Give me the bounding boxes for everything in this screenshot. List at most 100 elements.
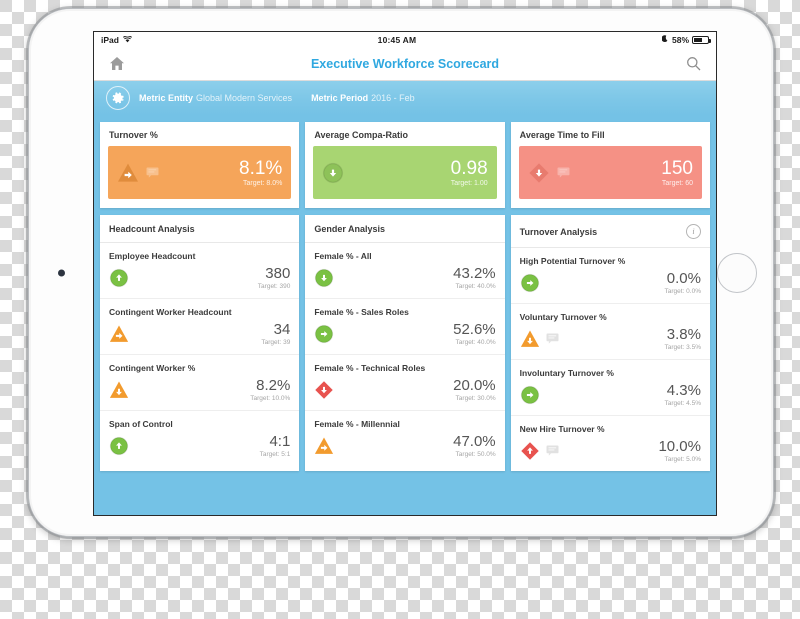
analysis-card-header: Turnover Analysis i <box>510 215 710 248</box>
kpi-icon-group <box>117 162 159 184</box>
metric-row[interactable]: Span of Control 4:1 Target: 5:1 <box>100 411 299 466</box>
analysis-card: Headcount Analysis Employee Headcount 380 T… <box>100 215 300 471</box>
kpi-icon-group <box>322 162 344 184</box>
metric-value-group: 47.0% Target: 50.0% <box>453 434 496 458</box>
kpi-target: Target: 60 <box>661 179 693 187</box>
kpi-card[interactable]: Average Compa-Ratio 0.98 Target: 1.00 <box>305 122 505 208</box>
comment-icon[interactable] <box>557 167 570 178</box>
battery-percent-label: 58% <box>671 34 689 45</box>
filter-metric-entity[interactable]: Metric Entity Global Modern Services <box>139 93 292 103</box>
kpi-value-group: 8.1% Target: 8.0% <box>239 159 282 187</box>
metric-value: 3.8% <box>666 326 701 343</box>
kpi-card-band: 8.1% Target: 8.0% <box>108 146 292 199</box>
kpi-value: 150 <box>661 157 693 179</box>
metric-target: Target: 40.0% <box>455 283 496 290</box>
metric-row[interactable]: New Hire Turnover % 10.0% Target: 5.0% <box>511 416 710 471</box>
comment-icon[interactable] <box>146 167 159 178</box>
metric-target: Target: 390 <box>257 283 291 290</box>
metric-icon-group <box>314 268 334 288</box>
kpi-card[interactable]: Average Time to Fill 150 Target: 60 <box>510 122 710 208</box>
metric-target: Target: 50.0% <box>455 451 496 458</box>
metric-row[interactable]: Contingent Worker % 8.2% Target: 10.0% <box>100 355 300 411</box>
analysis-card-header: Headcount Analysis <box>100 215 300 243</box>
metric-label: High Potential Turnover % <box>519 256 626 266</box>
gear-icon[interactable] <box>106 86 130 110</box>
metric-row[interactable]: High Potential Turnover % 0.0% Target: 0.0… <box>510 248 710 304</box>
metric-icon-group <box>520 329 559 349</box>
metric-content: 380 Target: 390 <box>109 265 290 291</box>
analysis-card-title: Gender Analysis <box>314 224 386 234</box>
metric-target: Target: 0.0% <box>664 288 701 295</box>
comment-icon[interactable] <box>546 445 559 457</box>
metric-row[interactable]: Female % - Sales Roles 52.6% Target: 40.0% <box>305 299 505 355</box>
kpi-card-title: Average Compa-Ratio <box>314 130 409 140</box>
metric-label: Female % - Millennial <box>314 419 400 429</box>
metric-value: 10.0% <box>658 438 701 455</box>
kpi-value-group: 0.98 Target: 1.00 <box>451 159 488 187</box>
metric-label: Span of Control <box>109 419 173 429</box>
kpi-value: 8.1% <box>239 157 283 179</box>
metric-row[interactable]: Female % - Millennial 47.0% Target: 50.0% <box>305 411 504 466</box>
metric-value-group: 34 Target: 39 <box>261 322 290 346</box>
info-icon[interactable]: i <box>685 224 701 239</box>
metric-value-group: 380 Target: 390 <box>258 266 291 290</box>
moon-icon <box>661 34 669 45</box>
carrier-label: iPad <box>101 34 119 45</box>
metric-label: New Hire Turnover % <box>519 424 605 434</box>
metric-content: 3.8% Target: 3.5% <box>520 326 701 352</box>
metric-content: 47.0% Target: 50.0% <box>314 433 496 459</box>
metric-target: Target: 5.0% <box>664 456 701 463</box>
metric-icon-group <box>520 273 540 293</box>
wifi-icon <box>122 35 132 45</box>
status-indicator-circle-right-icon <box>520 273 540 293</box>
battery-icon <box>692 35 711 44</box>
metric-row[interactable]: Contingent Worker Headcount 34 Target: 39 <box>100 299 300 355</box>
metric-row[interactable]: Employee Headcount 380 Target: 390 <box>100 243 300 299</box>
kpi-target: Target: 8.0% <box>243 179 283 187</box>
metric-row[interactable]: Involuntary Turnover % 4.3% Target: 4.5% <box>510 360 710 416</box>
status-bar-right: 58% <box>661 34 711 45</box>
status-indicator-circle-down-icon <box>322 162 344 184</box>
metric-icon-group <box>314 380 334 400</box>
metric-label: Contingent Worker Headcount <box>109 307 232 317</box>
comment-icon[interactable] <box>546 333 559 345</box>
metric-icon-group <box>109 324 129 344</box>
analysis-row: Headcount Analysis Employee Headcount 380 T… <box>100 215 710 471</box>
filter-metric-period-value: 2016 - Feb <box>371 93 415 103</box>
metric-content: 4:1 Target: 5:1 <box>109 433 290 459</box>
metric-target: Target: 40.0% <box>455 339 496 346</box>
metric-icon-group <box>314 436 334 456</box>
metric-row[interactable]: Female % - All 43.2% Target: 40.0% <box>305 243 505 299</box>
metric-value-group: 52.6% Target: 40.0% <box>453 322 496 346</box>
metric-value: 43.2% <box>453 265 496 282</box>
ipad-device-frame: iPad 10:45 AM 58% Executive Workforce Sc… <box>26 6 776 539</box>
filter-metric-period-label: Metric Period <box>311 93 369 103</box>
metric-value-group: 8.2% Target: 10.0% <box>250 378 290 402</box>
metric-label: Contingent Worker % <box>109 363 196 373</box>
metric-value: 4:1 <box>269 433 291 450</box>
metric-icon-group <box>109 436 129 456</box>
search-icon[interactable] <box>682 53 704 75</box>
status-indicator-circle-right-icon <box>520 385 540 405</box>
metric-value-group: 20.0% Target: 30.0% <box>453 378 496 402</box>
metric-value: 4.3% <box>666 382 701 399</box>
kpi-card[interactable]: Turnover % 8.1% Target: 8.0% <box>100 122 300 208</box>
metric-label: Female % - Sales Roles <box>314 307 409 317</box>
home-button[interactable] <box>717 252 757 293</box>
status-bar-left: iPad <box>101 35 132 45</box>
filter-bar: Metric Entity Global Modern Services Metr… <box>94 81 716 115</box>
metric-value: 8.2% <box>256 377 291 394</box>
filter-metric-period[interactable]: Metric Period 2016 - Feb <box>311 93 415 103</box>
filter-metric-entity-label: Metric Entity <box>139 93 194 103</box>
status-indicator-circle-right-icon <box>314 324 334 344</box>
home-icon[interactable] <box>106 53 128 75</box>
metric-label: Female % - Technical Roles <box>314 363 426 373</box>
status-indicator-diamond-down-icon <box>314 380 334 400</box>
metric-row[interactable]: Female % - Technical Roles 20.0% Target: 3… <box>305 355 505 411</box>
status-indicator-circle-up-icon <box>109 436 129 456</box>
metric-row[interactable]: Voluntary Turnover % 3.8% Target: 3.5% <box>510 304 710 360</box>
metric-label: Employee Headcount <box>109 251 196 261</box>
status-indicator-triangle-right-icon <box>117 162 139 184</box>
metric-value-group: 43.2% Target: 40.0% <box>453 266 496 290</box>
metric-target: Target: 30.0% <box>455 395 496 402</box>
